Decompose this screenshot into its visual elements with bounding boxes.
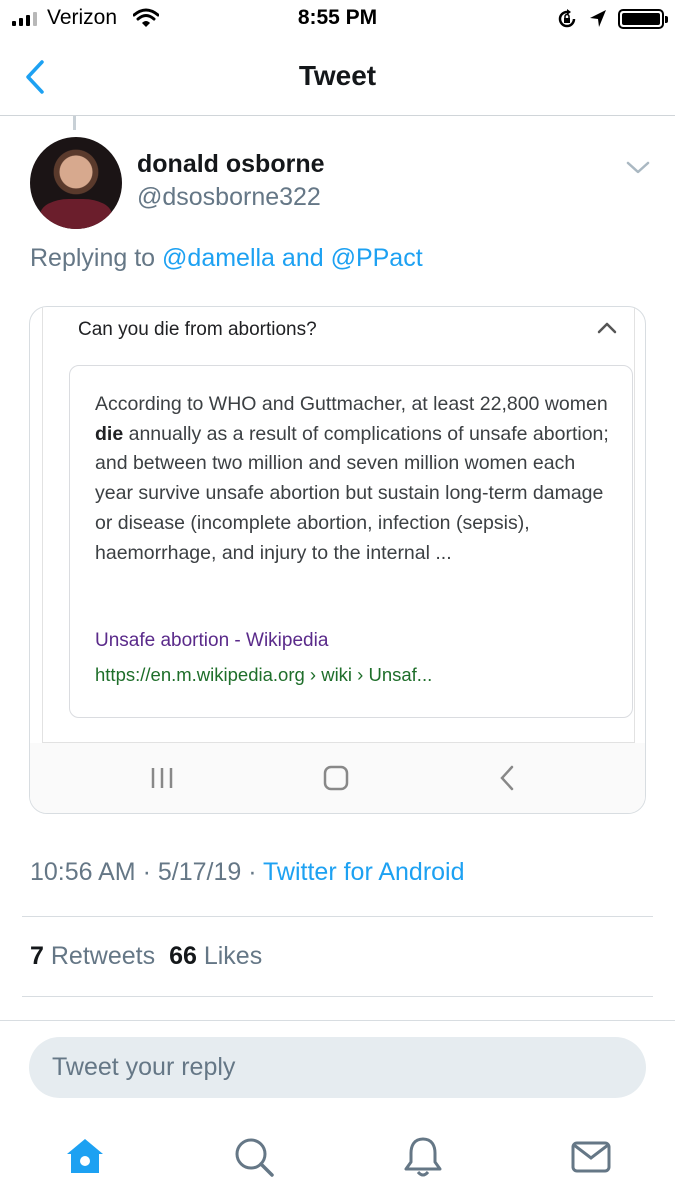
answer-box: According to WHO and Guttmacher, at leas… <box>69 365 633 718</box>
status-bar: Verizon 8:55 PM <box>0 0 675 40</box>
mention-ppact[interactable]: @PPact <box>331 244 423 272</box>
chevron-up-icon <box>597 322 617 334</box>
recent-apps-icon <box>151 768 173 788</box>
tweet-media-card[interactable]: Can you die from abortions? According to… <box>29 306 646 814</box>
author-handle[interactable]: @dsosborne322 <box>137 183 321 212</box>
author-name[interactable]: donald osborne <box>137 150 325 179</box>
retweets-count: 7 <box>30 942 44 970</box>
source-url: https://en.m.wikipedia.org › wiki › Unsa… <box>95 664 433 685</box>
source-title: Unsafe abortion - Wikipedia <box>95 630 329 651</box>
replying-to-line: Replying to @damella and @PPact <box>30 244 423 273</box>
replying-prefix: Replying to <box>30 244 163 272</box>
search-icon[interactable] <box>232 1135 276 1179</box>
answer-snippet: According to WHO and Guttmacher, at leas… <box>95 390 615 568</box>
reply-input[interactable] <box>29 1037 646 1098</box>
rotation-lock-icon <box>558 9 576 28</box>
tweet-timestamp: 10:56 AM · 5/17/19 · Twitter for Android <box>30 858 465 887</box>
location-arrow-icon <box>590 10 606 27</box>
home-icon[interactable] <box>63 1135 107 1179</box>
bottom-bar <box>0 1020 675 1200</box>
question-heading: Can you die from abortions? <box>78 319 317 340</box>
timestamp-text: 10:56 AM · 5/17/19 · <box>30 858 264 886</box>
battery-icon <box>618 9 668 29</box>
retweets-label: Retweets <box>50 942 156 970</box>
likes-count: 66 <box>169 942 197 970</box>
retweets-stat[interactable]: 7 Retweets <box>30 942 155 970</box>
home-circle-icon <box>323 765 349 791</box>
likes-label: Likes <box>203 942 263 970</box>
android-back-icon <box>500 765 514 791</box>
notifications-icon[interactable] <box>401 1135 445 1179</box>
likes-stat[interactable]: 66 Likes <box>169 942 262 970</box>
chevron-down-icon[interactable] <box>626 160 650 176</box>
nav-header: Tweet <box>0 40 675 116</box>
page-title: Tweet <box>298 60 377 91</box>
divider <box>22 916 653 917</box>
snippet-text-2: annually as a result of complications of… <box>95 422 609 564</box>
thread-connector <box>73 116 76 130</box>
messages-icon[interactable] <box>569 1135 613 1179</box>
avatar[interactable] <box>30 137 122 229</box>
tweet-stats: 7 Retweets 66 Likes <box>30 942 262 971</box>
mention-damella[interactable]: @damella <box>162 244 275 272</box>
divider <box>22 996 653 997</box>
snippet-text-1: According to WHO and Guttmacher, at leas… <box>95 393 608 415</box>
snippet-highlight: die <box>95 422 124 445</box>
client-link[interactable]: Twitter for Android <box>263 858 464 886</box>
search-result-panel: Can you die from abortions? According to… <box>42 307 635 743</box>
replying-and[interactable]: and <box>275 244 331 272</box>
android-nav-bar <box>30 743 645 813</box>
